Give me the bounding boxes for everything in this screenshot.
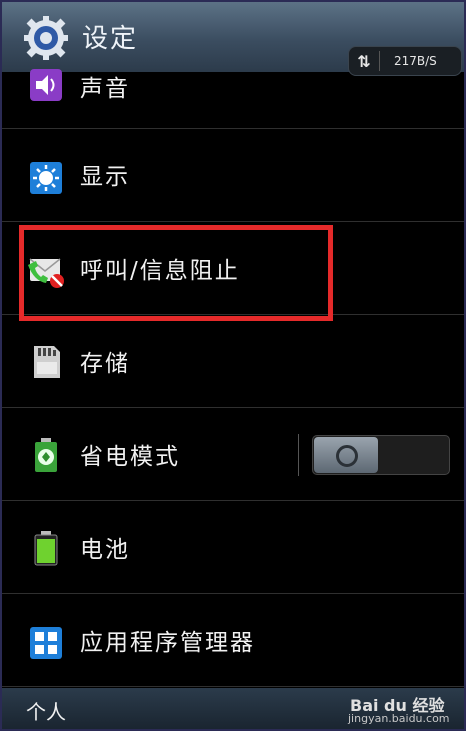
- settings-item-display[interactable]: 显示: [2, 130, 464, 222]
- screen-frame: 设定 ⇅ 217B/S 声音 显示 呼叫/信息阻止 存储 省电模式 电池 应用程…: [0, 0, 466, 731]
- app-manager-icon: [30, 627, 62, 659]
- settings-item-label: 存储: [80, 351, 130, 377]
- call-block-icon: [28, 258, 64, 288]
- section-label: 个人: [26, 700, 66, 724]
- settings-item-sound[interactable]: 声音: [2, 37, 464, 129]
- settings-item-label: 省电模式: [80, 444, 180, 470]
- settings-item-label: 应用程序管理器: [80, 630, 255, 656]
- settings-item-storage[interactable]: 存储: [2, 316, 464, 408]
- settings-item-label: 呼叫/信息阻止: [80, 258, 240, 284]
- toggle-off-icon: [336, 445, 358, 467]
- toggle-knob: [314, 437, 378, 473]
- display-icon: [30, 162, 62, 194]
- power-saving-toggle[interactable]: [312, 435, 450, 475]
- section-header-personal: 个人 Bai du 经验 jingyan.baidu.com: [2, 688, 464, 729]
- battery-icon: [34, 531, 58, 566]
- settings-item-label: 电池: [80, 537, 130, 563]
- toggle-divider: [298, 434, 299, 476]
- power-saving-icon: [35, 438, 57, 472]
- settings-item-app-manager[interactable]: 应用程序管理器: [2, 595, 464, 687]
- storage-icon: [34, 346, 60, 378]
- settings-item-label: 显示: [80, 164, 130, 190]
- settings-item-call-block[interactable]: 呼叫/信息阻止: [2, 223, 464, 315]
- settings-item-label: 声音: [80, 76, 130, 102]
- settings-item-battery[interactable]: 电池: [2, 502, 464, 594]
- sound-icon: [30, 69, 62, 101]
- watermark-url: jingyan.baidu.com: [348, 712, 450, 725]
